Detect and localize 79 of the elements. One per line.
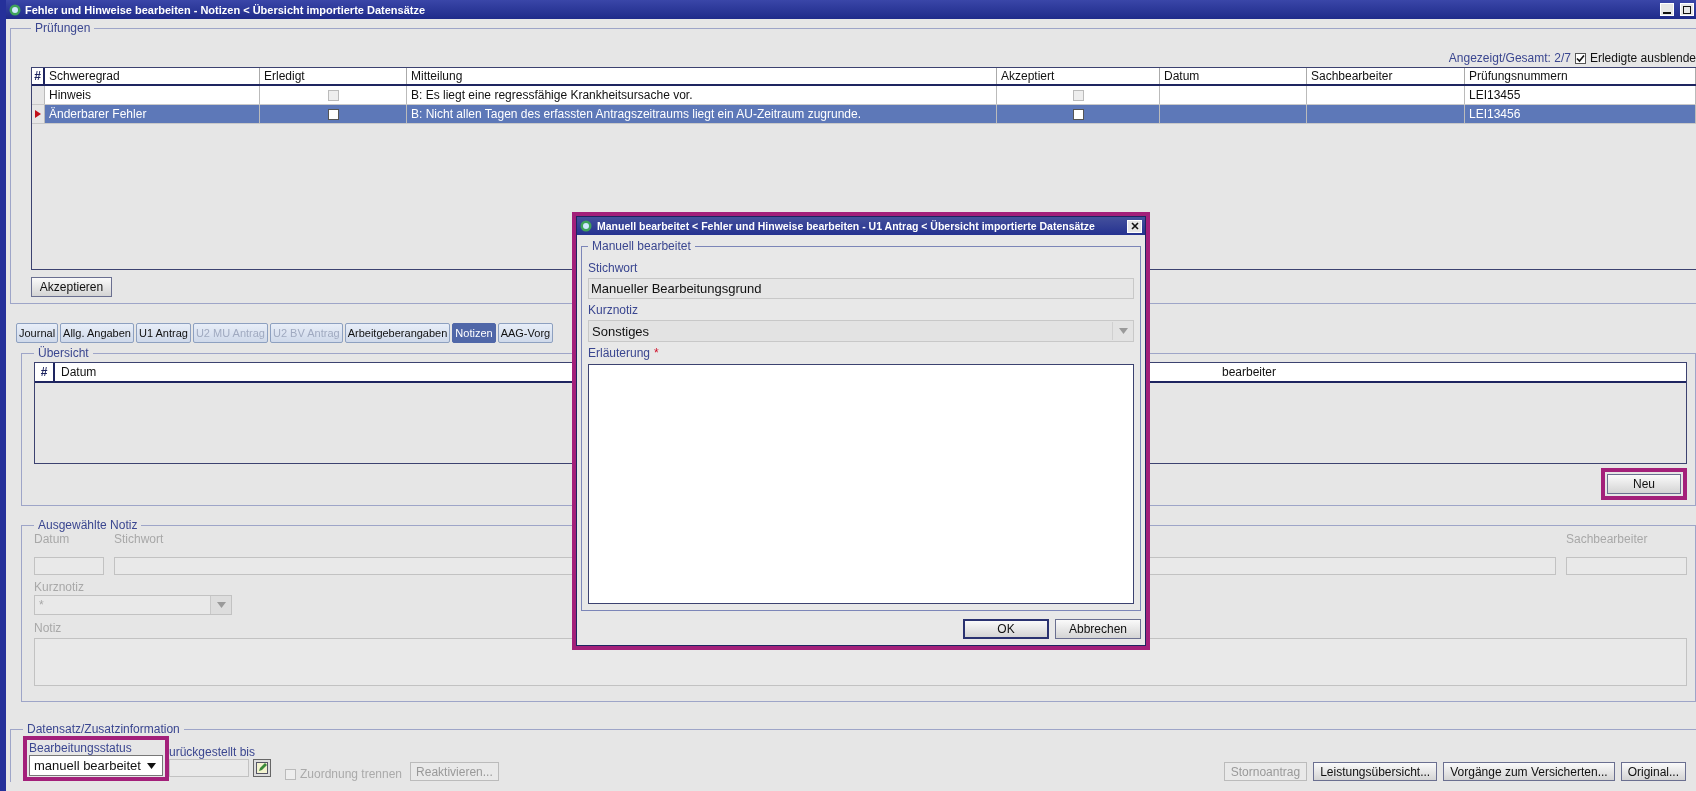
field-label: Sachbearbeiter	[1566, 532, 1648, 547]
dropdown-arrow-icon	[1118, 328, 1128, 334]
tab[interactable]: Arbeitgeberangaben	[344, 323, 451, 343]
minimize-icon	[1663, 11, 1671, 14]
table-cell: Änderbarer Fehler	[45, 105, 260, 123]
checkbox-label: Erledigte ausblende	[1589, 51, 1696, 65]
accept-button[interactable]: Akzeptieren	[31, 277, 112, 297]
action-button[interactable]: Vorgänge zum Versicherten...	[1443, 762, 1615, 781]
tab[interactable]: Allg. Angaben	[60, 323, 134, 343]
current-row-icon	[35, 110, 41, 118]
checkbox-label: Zuordnung trennen	[299, 767, 403, 781]
column-header[interactable]: Schweregrad	[45, 68, 260, 84]
app-icon	[9, 3, 21, 16]
field-label: Erläuterung	[588, 346, 651, 360]
column-header[interactable]: bearbeiter	[1216, 363, 1686, 381]
column-header[interactable]: Sachbearbeiter	[1307, 68, 1465, 84]
note-field[interactable]	[34, 638, 1687, 686]
column-header[interactable]: Datum	[1160, 68, 1307, 84]
maximize-icon	[1683, 5, 1691, 14]
minimize-button[interactable]	[1660, 3, 1674, 16]
field-label: Notiz	[34, 621, 62, 636]
checkbox[interactable]	[327, 108, 339, 120]
column-header[interactable]: #	[35, 363, 55, 381]
new-button[interactable]: Neu	[1607, 474, 1681, 494]
keyword-field[interactable]: Manueller Bearbeitungsgrund	[588, 278, 1134, 299]
tab[interactable]: U1 Antrag	[135, 323, 191, 343]
explanation-field[interactable]	[588, 364, 1134, 604]
dialog-button[interactable]: Abbrechen	[1055, 619, 1141, 639]
action-button[interactable]: Original...	[1620, 762, 1686, 781]
group-title: Prüfungen	[34, 21, 92, 35]
table-row[interactable]: Hinweis B: Es liegt eine regressfähige Krankheitsursache vor. LEI13455	[32, 86, 1696, 105]
group-title: Datensatz/Zusatzinformation	[26, 722, 181, 736]
table-cell: LEI13456	[1465, 105, 1696, 123]
group-title: Manuell bearbeitet	[591, 239, 692, 253]
dialog-title: Manuell bearbeitet < Fehler und Hinweise bearbeiten - U1 Antrag < Übersicht importierte Datensätze	[597, 220, 1095, 232]
action-button[interactable]: Leistungsübersicht...	[1313, 762, 1438, 781]
group-title: Übersicht	[37, 346, 90, 360]
app-icon	[580, 220, 592, 232]
field-label: Stichwort	[588, 261, 639, 277]
tab[interactable]: Notizen	[452, 323, 496, 343]
table-cell: Hinweis	[45, 86, 260, 104]
short-note-dropdown[interactable]: Sonstiges	[588, 320, 1134, 342]
group-title: Ausgewählte Notiz	[37, 518, 139, 532]
required-mark: *	[654, 346, 659, 360]
count-label: Angezeigt/Gesamt: 2/7	[1448, 51, 1571, 65]
maximize-button[interactable]	[1680, 3, 1694, 16]
table-cell: LEI13455	[1465, 86, 1696, 104]
dropdown-arrow-icon	[216, 602, 226, 608]
clerk-field[interactable]	[1566, 557, 1687, 575]
column-header[interactable]: Akzeptiert	[997, 68, 1160, 84]
column-header[interactable]: Erledigt	[260, 68, 407, 84]
checkbox[interactable]	[1072, 89, 1084, 101]
column-header[interactable]: Prüfungsnummern	[1465, 68, 1696, 84]
table-cell: B: Es liegt eine regressfähige Krankheitsursache vor.	[407, 86, 997, 104]
field-label: Stichwort	[114, 532, 164, 547]
table-cell: B: Nicht allen Tagen des erfassten Antragszeitraums liegt ein AU-Zeitraum zugrunde.	[407, 105, 997, 123]
window-title: Fehler und Hinweise bearbeiten - Notizen < Übersicht importierte Datensätze	[25, 3, 426, 16]
checkbox[interactable]	[1574, 52, 1586, 64]
field-label: urückgestellt bis	[168, 745, 256, 759]
date-field[interactable]	[34, 557, 104, 575]
date-field[interactable]	[168, 759, 249, 777]
tab[interactable]: AAG-Vorg	[497, 323, 554, 343]
status-dropdown[interactable]: manuell bearbeitet	[29, 755, 163, 776]
column-header[interactable]: Mitteilung	[407, 68, 997, 84]
row-header[interactable]	[32, 105, 45, 123]
tab[interactable]: Journal	[16, 323, 59, 343]
field-label: Datum	[34, 532, 70, 547]
checkbox[interactable]	[284, 768, 296, 780]
checkbox[interactable]	[1072, 108, 1084, 120]
calendar-edit-button[interactable]	[252, 759, 271, 777]
field-label: Kurznotiz	[588, 303, 640, 319]
close-button[interactable]	[1127, 219, 1142, 233]
dropdown-arrow-icon	[146, 762, 156, 769]
table-row[interactable]: Änderbarer Fehler B: Nicht allen Tagen des erfassten Antragszeitraums liegt ein AU-Zeitraum zugrunde. LEI13456	[32, 105, 1696, 124]
checkbox[interactable]	[327, 89, 339, 101]
dialog-button[interactable]: OK	[963, 619, 1049, 639]
field-label: Kurznotiz	[34, 580, 85, 595]
field-label: Bearbeitungsstatus	[29, 741, 133, 755]
column-header[interactable]: #	[32, 68, 45, 84]
